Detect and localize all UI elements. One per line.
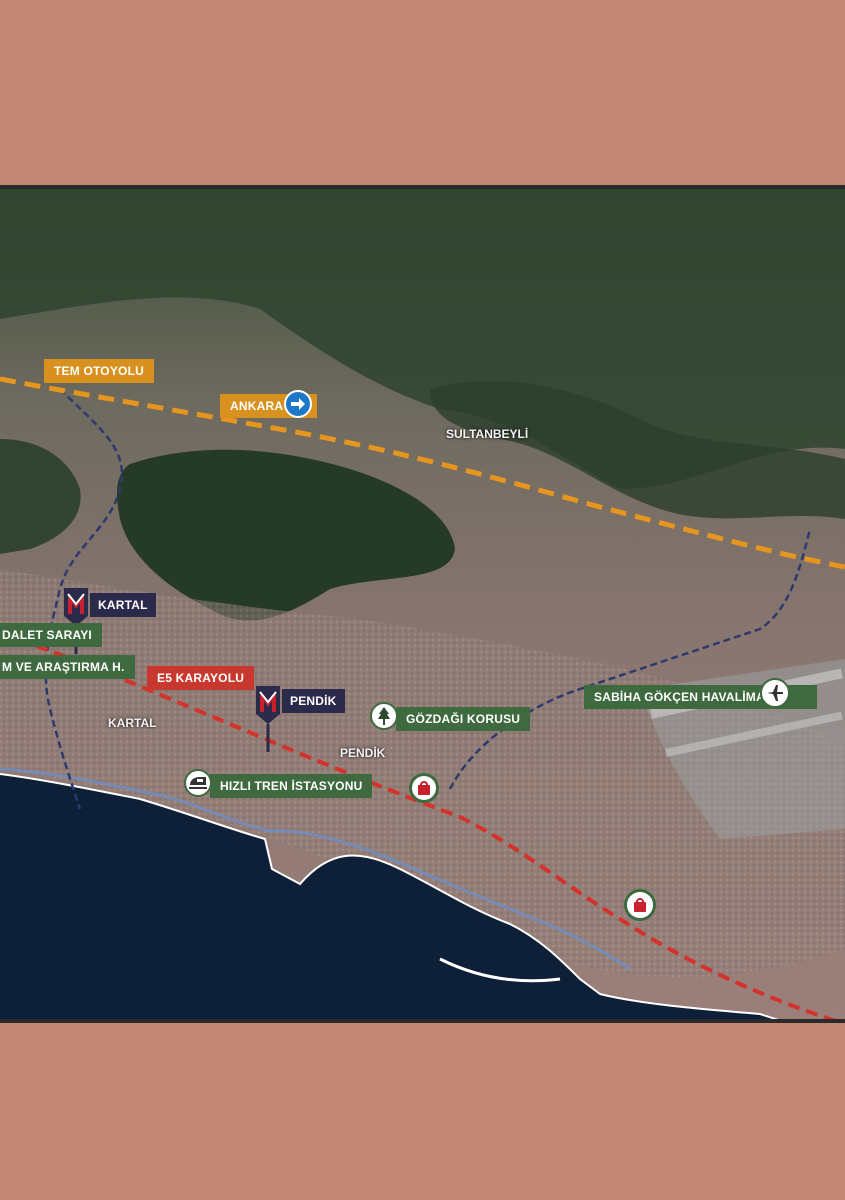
metro-marker-pendik bbox=[254, 686, 282, 752]
metro-m-icon-pendik bbox=[256, 686, 280, 752]
poi-arastirma-hastanesi: M VE ARAŞTIRMA H. bbox=[0, 655, 135, 679]
tem-label: TEM OTOYOLU bbox=[44, 359, 154, 383]
shopping-bag-icon-2 bbox=[624, 889, 656, 921]
place-sultanbeyli: SULTANBEYLİ bbox=[446, 427, 529, 441]
poi-adalet-sarayi: DALET SARAYI bbox=[0, 623, 102, 647]
e5-label: E5 KARAYOLU bbox=[147, 666, 255, 690]
poi-gozdagi-korusu: GÖZDAĞI KORUSU bbox=[396, 707, 531, 731]
shopping-bag-icon bbox=[409, 773, 439, 803]
place-kartal: KARTAL bbox=[108, 716, 157, 730]
arrow-right-icon bbox=[284, 390, 312, 418]
train-icon bbox=[184, 769, 212, 797]
poi-hizli-tren: HIZLI TREN İSTASYONU bbox=[210, 774, 373, 798]
airplane-icon bbox=[760, 678, 790, 708]
metro-label-kartal: KARTAL bbox=[90, 593, 156, 617]
map-frame: TEM OTOYOLU ANKARA SULTANBEYLİ KARTAL DA… bbox=[0, 185, 845, 1023]
place-pendik: PENDİK bbox=[340, 746, 386, 760]
tree-icon bbox=[370, 702, 398, 730]
metro-label-pendik: PENDİK bbox=[282, 689, 345, 713]
ankara-text: ANKARA bbox=[230, 399, 284, 413]
